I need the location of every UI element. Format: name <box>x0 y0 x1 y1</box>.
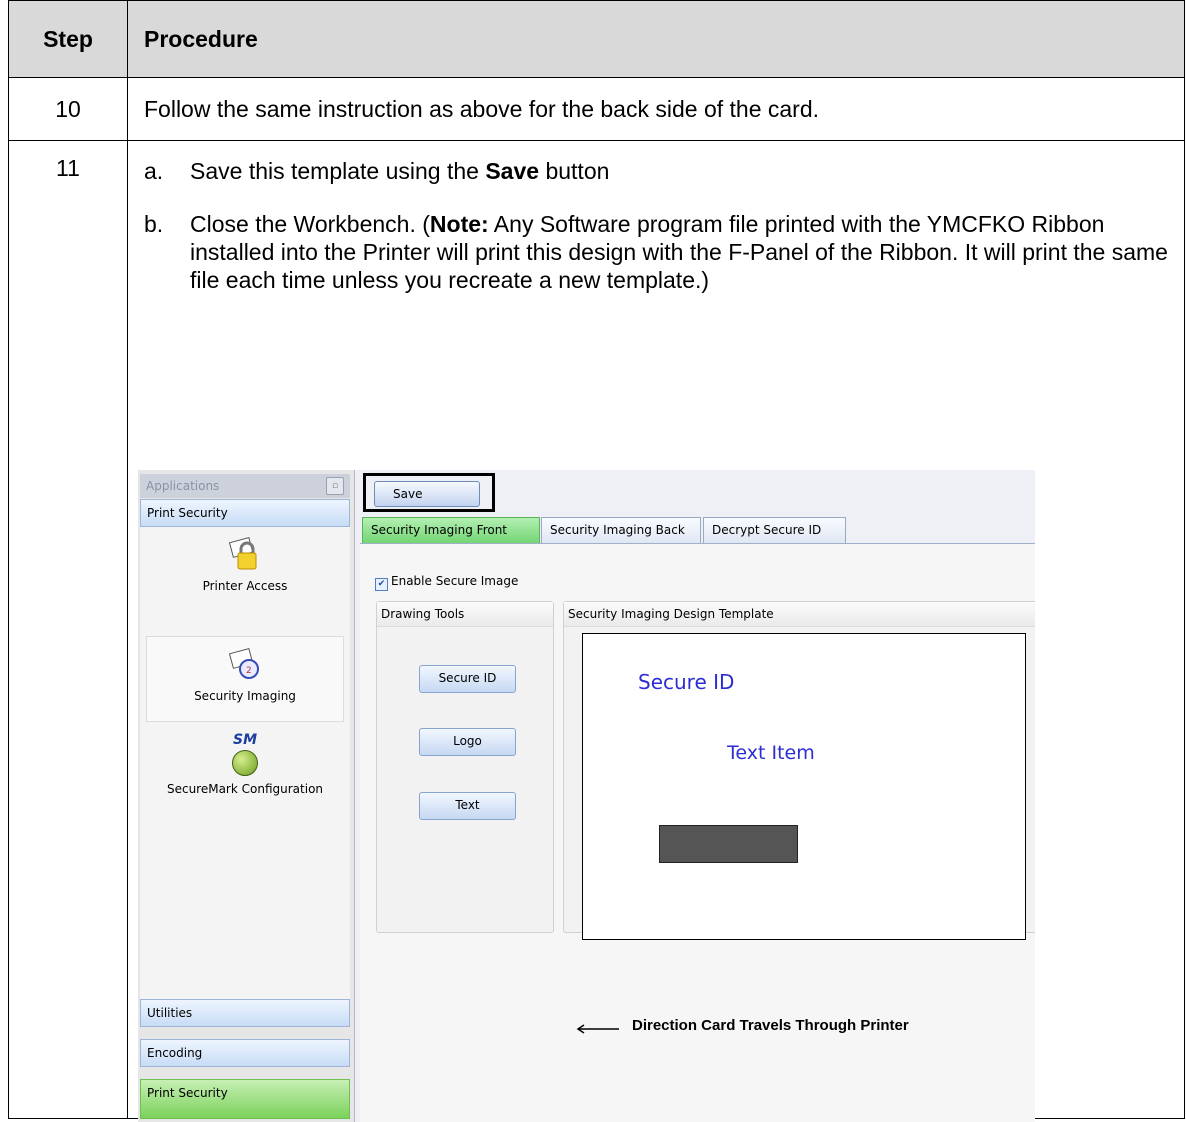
design-template-group: Security Imaging Design Template Secure … <box>563 601 1035 940</box>
sidebar-item-print-security[interactable]: Print Security <box>140 1079 350 1119</box>
design-canvas[interactable]: Secure ID Text Item <box>582 633 1026 940</box>
sidebar-item-utilities[interactable]: Utilities <box>140 999 350 1027</box>
procedure-content: a. Save this template using the Save but… <box>127 140 1185 1122</box>
group-title: Drawing Tools <box>377 602 553 627</box>
left-arrow-icon <box>576 1021 620 1034</box>
drawing-tools-group: Drawing Tools Secure ID Logo Text <box>376 601 554 933</box>
svg-text:2: 2 <box>246 666 252 676</box>
secure-id-button[interactable]: Secure ID <box>419 665 516 693</box>
sm-logo: SM <box>232 732 257 748</box>
main-pane: Save Security Imaging Front Security Ima… <box>360 470 1035 1122</box>
securemark-icon <box>232 750 258 776</box>
sidebar-item-securemark[interactable]: SM SecureMark Configuration <box>146 732 344 802</box>
tab-security-imaging-back[interactable]: Security Imaging Back <box>541 517 701 543</box>
procedure-table: Step Procedure 10 Follow the same instru… <box>8 0 1185 1122</box>
sidebar-item-encoding[interactable]: Encoding <box>140 1039 350 1067</box>
text-item[interactable]: Text Item <box>727 742 815 764</box>
checkbox-checked-icon: ✔ <box>375 578 388 591</box>
direction-label: Direction Card Travels Through Printer <box>576 1017 909 1034</box>
sidebar-item-security-imaging[interactable]: 2 Security Imaging <box>146 636 344 722</box>
pin-icon[interactable]: ▫ <box>326 477 344 495</box>
procedure-text: Follow the same instruction as above for… <box>127 77 1185 141</box>
step-number: 10 <box>8 77 128 141</box>
header-step: Step <box>8 0 128 78</box>
table-row: 11 a. Save this template using the Save … <box>8 140 1185 1122</box>
enable-secure-image-checkbox[interactable]: ✔ Enable Secure Image <box>375 574 518 591</box>
list-marker: b. <box>144 211 164 237</box>
sidebar-item-printer-access[interactable]: Printer Access <box>146 537 344 623</box>
group-title: Security Imaging Design Template <box>564 602 1035 627</box>
tab-content: ✔ Enable Secure Image Drawing Tools Secur… <box>360 544 1035 1122</box>
sidebar-panel: Printer Access 2 Security Imaging SM Sec… <box>140 527 350 999</box>
header-procedure: Procedure <box>127 0 1185 78</box>
list-text: Save this template using the Save button <box>190 158 610 184</box>
lock-icon <box>227 537 263 573</box>
table-row: 10 Follow the same instruction as above … <box>8 77 1185 141</box>
table-header-row: Step Procedure <box>8 0 1185 78</box>
sidebar-section-header[interactable]: Print Security <box>140 499 350 527</box>
security-imaging-icon: 2 <box>227 647 263 683</box>
step-number: 11 <box>8 140 128 1119</box>
text-button[interactable]: Text <box>419 792 516 820</box>
tab-decrypt-secure-id[interactable]: Decrypt Secure ID <box>703 517 846 543</box>
secure-id-item[interactable]: Secure ID <box>638 670 734 694</box>
list-text: Close the Workbench. (Note: Any Software… <box>190 211 1168 293</box>
logo-button[interactable]: Logo <box>419 728 516 756</box>
save-button[interactable]: Save <box>374 481 480 507</box>
sidebar-title: Applications ▫ <box>140 474 350 498</box>
logo-item[interactable] <box>659 825 798 863</box>
applications-sidebar: Applications ▫ Print Security Printer Ac… <box>138 470 355 1122</box>
tab-security-imaging-front[interactable]: Security Imaging Front <box>362 517 540 543</box>
tab-bar: Security Imaging Front Security Imaging … <box>360 517 1035 544</box>
app-screenshot: Applications ▫ Print Security Printer Ac… <box>138 470 1035 1122</box>
list-marker: a. <box>144 158 164 184</box>
